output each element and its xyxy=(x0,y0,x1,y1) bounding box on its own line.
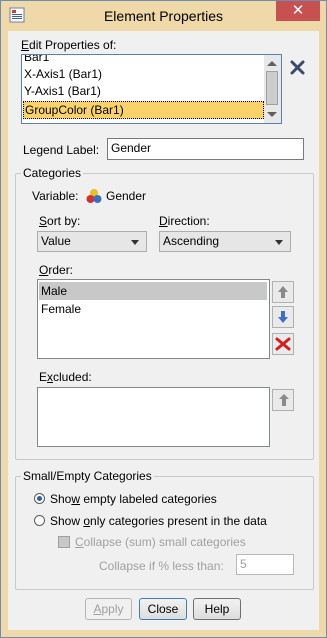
direction-label: Direction: xyxy=(159,214,210,228)
close-button[interactable]: Close xyxy=(139,598,187,620)
return-arrow-icon xyxy=(279,394,289,406)
chevron-down-icon xyxy=(131,240,139,245)
help-button[interactable]: Help xyxy=(193,598,241,620)
vertical-scrollbar[interactable] xyxy=(264,55,281,123)
edit-properties-list[interactable]: Bar1 X-Axis1 (Bar1) Y-Axis1 (Bar1) Group… xyxy=(21,54,282,124)
arrow-down-icon xyxy=(278,311,288,323)
collapse-label: Collapse (sum) small categories xyxy=(75,535,246,549)
list-item[interactable]: Bar1 xyxy=(23,55,265,66)
nominal-variable-icon xyxy=(86,189,102,203)
direction-select[interactable]: Ascending xyxy=(159,231,291,252)
sort-by-value: Value xyxy=(41,234,71,248)
categories-group-title: Categories xyxy=(21,166,84,180)
delete-element-button[interactable] xyxy=(287,56,309,78)
sort-by-select[interactable]: Value xyxy=(37,231,147,252)
show-empty-label[interactable]: Show empty labeled categories xyxy=(50,492,217,506)
variable-name: Gender xyxy=(106,189,147,203)
show-present-only-label[interactable]: Show only categories present in the data xyxy=(50,514,267,528)
chevron-down-icon xyxy=(275,240,283,245)
collapse-pct-label: Collapse if % less than: xyxy=(99,559,224,573)
list-item[interactable]: X-Axis1 (Bar1) xyxy=(23,66,265,83)
edit-properties-label: Edit Properties of: xyxy=(21,38,117,52)
order-list[interactable]: Male Female xyxy=(37,279,270,359)
include-button[interactable] xyxy=(272,389,294,411)
show-empty-radio[interactable] xyxy=(34,493,45,504)
direction-value: Ascending xyxy=(163,234,220,248)
small-empty-group-title: Small/Empty Categories xyxy=(21,469,154,483)
scroll-up-icon[interactable] xyxy=(267,61,277,66)
list-item[interactable]: Y-Axis1 (Bar1) xyxy=(23,83,265,100)
collapse-checkbox[interactable] xyxy=(58,536,70,548)
arrow-up-icon xyxy=(278,286,288,298)
legend-label-input[interactable]: Gender xyxy=(107,138,304,160)
red-x-icon xyxy=(275,337,291,351)
window-close-button[interactable]: ✕ xyxy=(276,1,320,21)
sort-by-label: Sort by: xyxy=(39,214,81,228)
order-item[interactable]: Female xyxy=(39,300,267,318)
excluded-label: Excluded: xyxy=(39,370,92,384)
x-icon xyxy=(290,60,305,75)
order-item-selected[interactable]: Male xyxy=(39,282,267,300)
dialog-body: Edit Properties of: Bar1 X-Axis1 (Bar1) … xyxy=(8,31,319,630)
element-properties-window: Element Properties ✕ Edit Properties of:… xyxy=(0,0,327,638)
legend-label-caption: Legend Label: xyxy=(23,143,100,157)
exclude-button[interactable] xyxy=(272,333,294,355)
close-icon: ✕ xyxy=(291,2,305,19)
collapse-pct-input[interactable]: 5 xyxy=(236,554,294,575)
scroll-down-icon[interactable] xyxy=(267,112,277,117)
move-up-button[interactable] xyxy=(272,281,294,303)
apply-button[interactable]: Apply xyxy=(85,598,132,620)
scroll-thumb[interactable] xyxy=(266,71,278,105)
show-present-only-radio[interactable] xyxy=(34,515,45,526)
list-item-selected[interactable]: GroupColor (Bar1) xyxy=(23,101,264,119)
order-label: Order: xyxy=(39,263,74,277)
move-down-button[interactable] xyxy=(272,306,294,328)
excluded-list[interactable] xyxy=(37,387,270,447)
variable-caption: Variable: xyxy=(32,189,79,203)
title-bar[interactable]: Element Properties ✕ xyxy=(1,1,326,31)
